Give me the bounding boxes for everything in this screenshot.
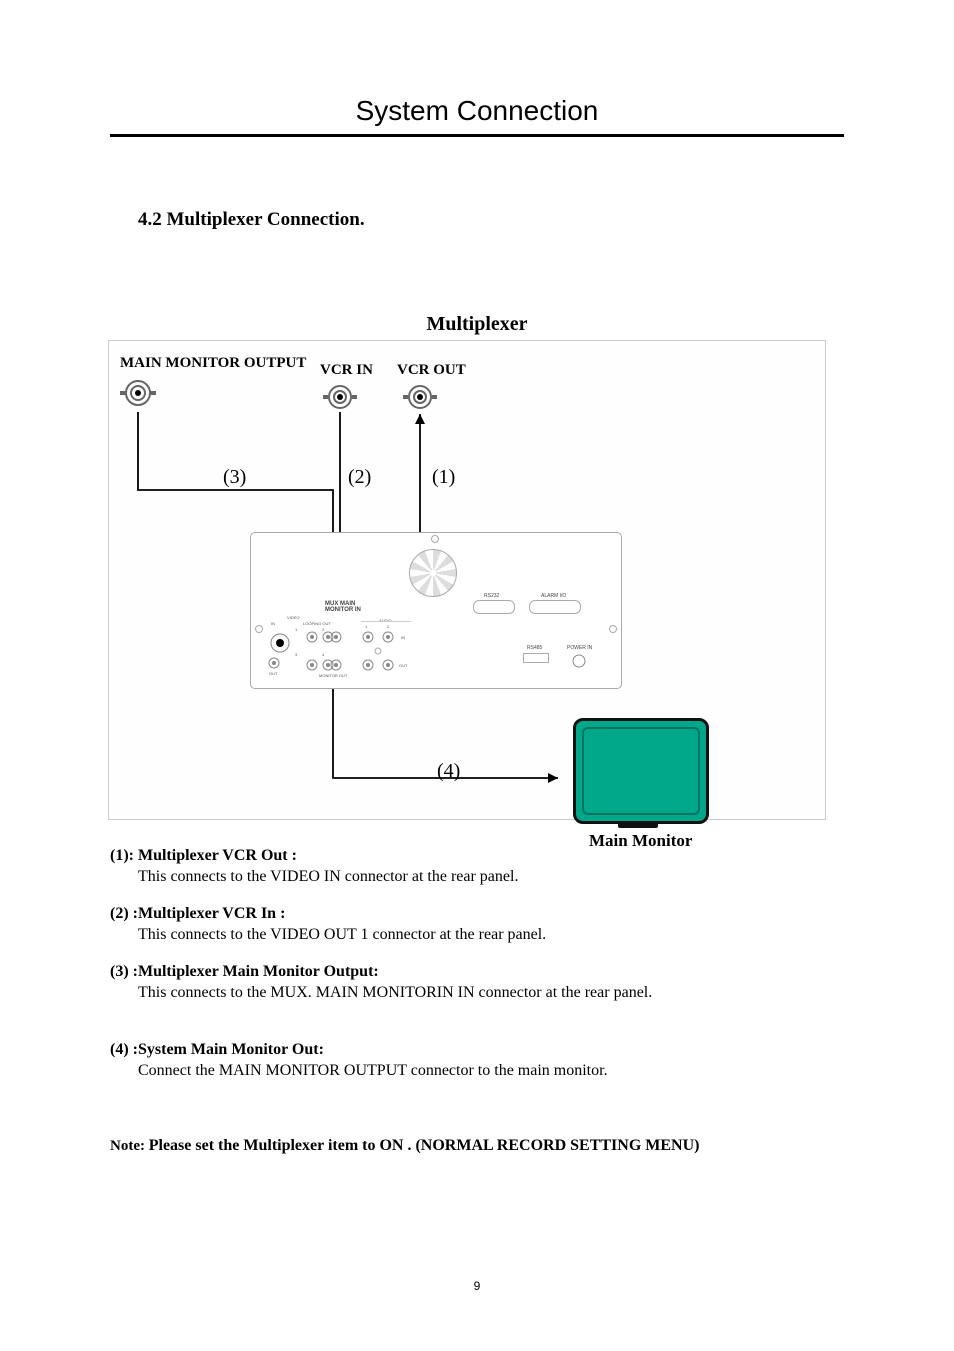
desc-4-heading: (4) :System Main Monitor Out: [110,1041,324,1058]
main-monitor-base [618,822,658,828]
note-label: Note: [110,1138,149,1154]
note-text: Please set the Multiplexer item to ON . … [149,1137,700,1154]
main-monitor-icon [573,718,709,824]
desc-2-heading: (2) :Multiplexer VCR In : [110,905,285,922]
desc-1-body: This connects to the VIDEO IN connector … [138,867,810,888]
page-number: 9 [0,1279,954,1293]
label-3: (3) [223,466,246,489]
document-page: System Connection 4.2 Multiplexer Connec… [0,0,954,1351]
monitor-out-jack [329,658,343,672]
video-group: VIDEO IN LOOPING OUT 1 2 3 4 OUT [265,618,333,678]
description-2: (2) :Multiplexer VCR In : This connects … [110,904,810,946]
desc-1-heading: (1): Multiplexer VCR Out : [110,847,297,864]
section-heading: 4.2 Multiplexer Connection. [138,209,365,231]
page-title: System Connection [0,95,954,127]
desc-3-body: This connects to the MUX. MAIN MONITORIN… [138,983,810,1004]
fan-icon [409,549,457,597]
title-underline [110,134,844,137]
desc-4-body: Connect the MAIN MONITOR OUTPUT connecto… [138,1061,810,1082]
description-3: (3) :Multiplexer Main Monitor Output: Th… [110,962,810,1004]
diagram-title: Multiplexer [0,313,954,336]
label-4: (4) [437,760,460,783]
mux-main-monitor-in-jack [329,630,343,644]
label-2: (2) [348,466,371,489]
device-rear-panel: VIDEO IN LOOPING OUT 1 2 3 4 OUT [250,532,622,689]
desc-2-body: This connects to the VIDEO OUT 1 connect… [138,925,810,946]
desc-3-heading: (3) :Multiplexer Main Monitor Output: [110,963,379,980]
description-4: (4) :System Main Monitor Out: Connect th… [110,1040,810,1082]
note: Note: Please set the Multiplexer item to… [110,1137,810,1155]
description-1: (1): Multiplexer VCR Out : This connects… [110,846,810,888]
label-1: (1) [432,466,455,489]
